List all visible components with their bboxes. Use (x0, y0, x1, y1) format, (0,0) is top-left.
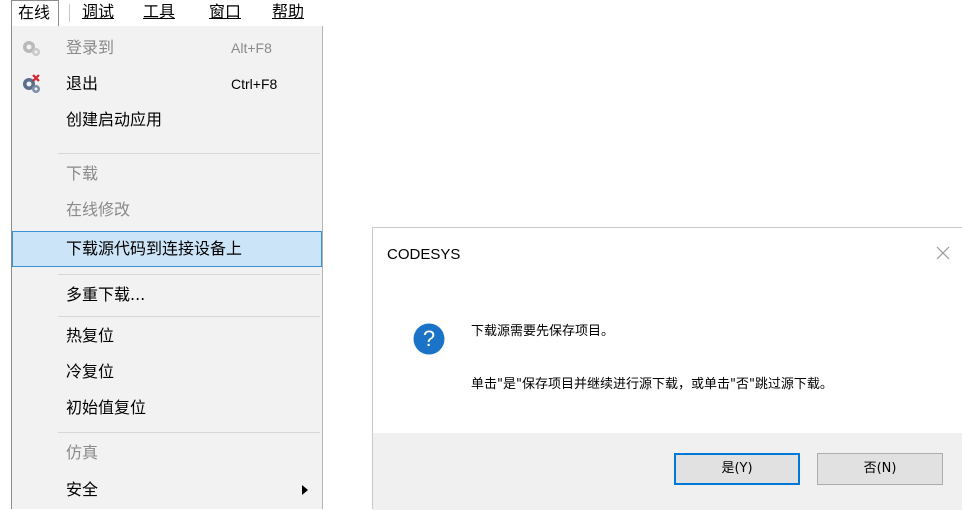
menu-debug[interactable]: 调试 (76, 0, 120, 26)
close-icon[interactable] (932, 242, 954, 264)
menu-window[interactable]: 窗口 (203, 0, 247, 26)
menu-item-reset-origin[interactable]: 初始值复位 (12, 390, 322, 426)
no-button[interactable]: 否(N) (817, 453, 943, 485)
menu-item-label: 冷复位 (66, 362, 115, 381)
menu-help[interactable]: 帮助 (266, 0, 310, 26)
menu-item-label: 下载源代码到连接设备上 (66, 239, 243, 258)
menu-item-online-change[interactable]: 在线修改 (12, 192, 322, 228)
menu-item-reset-warm[interactable]: 热复位 (12, 318, 322, 354)
menu-separator (58, 432, 320, 433)
svg-text:?: ? (423, 326, 435, 351)
dialog-message-secondary: 单击"是"保存项目并继续进行源下载，或单击"否"跳过源下载。 (471, 377, 833, 392)
online-dropdown-menu: 登录到 Alt+F8 退出 Ctrl+F8 创建启动应用 下载 在线修改 下载源… (11, 26, 323, 509)
yes-button[interactable]: 是(Y) (674, 453, 800, 485)
menu-bar: 在线 调试 工具 窗口 帮助 (0, 0, 330, 27)
menu-item-label: 下载 (66, 164, 99, 183)
menu-separator (58, 153, 320, 154)
question-icon: ? (413, 323, 445, 355)
menu-item-create-boot-application[interactable]: 创建启动应用 (12, 102, 322, 138)
menu-separator (58, 316, 320, 317)
codesys-dialog: CODESYS ? 下载源需要先保存项目。 单击"是"保存项目并继续进行源下载，… (372, 227, 962, 510)
menu-debug-label: 调试 (82, 2, 115, 21)
menu-item-shortcut: Alt+F8 (231, 40, 272, 56)
logout-gear-icon (23, 74, 40, 93)
menu-item-shortcut: Ctrl+F8 (231, 76, 278, 92)
menu-item-label: 仿真 (66, 443, 99, 462)
menu-item-login[interactable]: 登录到 Alt+F8 (12, 30, 322, 66)
menu-item-label: 初始值复位 (66, 398, 147, 417)
submenu-arrow-icon (302, 485, 308, 495)
menu-item-logout[interactable]: 退出 Ctrl+F8 (12, 66, 322, 102)
menu-item-label: 多重下载... (66, 285, 146, 304)
menu-item-simulation[interactable]: 仿真 (12, 435, 322, 471)
menu-separator (69, 4, 70, 22)
menu-help-label: 帮助 (272, 2, 305, 21)
menu-item-multiple-download[interactable]: 多重下载... (12, 277, 322, 313)
menu-item-label: 安全 (66, 480, 99, 499)
dialog-button-bar: 是(Y) 否(N) (373, 433, 962, 510)
menu-item-label: 退出 (66, 74, 99, 93)
login-gear-icon (23, 41, 40, 56)
menu-item-label: 热复位 (66, 326, 115, 345)
menu-separator (58, 274, 320, 275)
menu-tools[interactable]: 工具 (137, 0, 181, 26)
menu-tools-label: 工具 (143, 2, 176, 21)
menu-item-download-source-to-device[interactable]: 下载源代码到连接设备上 (12, 231, 322, 267)
dialog-message-primary: 下载源需要先保存项目。 (471, 324, 615, 339)
menu-window-label: 窗口 (209, 2, 242, 21)
menu-item-security[interactable]: 安全 (12, 472, 322, 508)
menu-online-label: 在线 (18, 3, 51, 22)
menu-item-label: 登录到 (66, 38, 115, 57)
menu-item-download[interactable]: 下载 (12, 156, 322, 192)
dialog-title: CODESYS (387, 246, 461, 263)
menu-item-reset-cold[interactable]: 冷复位 (12, 354, 322, 390)
menu-online[interactable]: 在线 (11, 0, 59, 26)
menu-item-label: 在线修改 (66, 200, 131, 219)
menu-item-label: 创建启动应用 (66, 110, 163, 129)
